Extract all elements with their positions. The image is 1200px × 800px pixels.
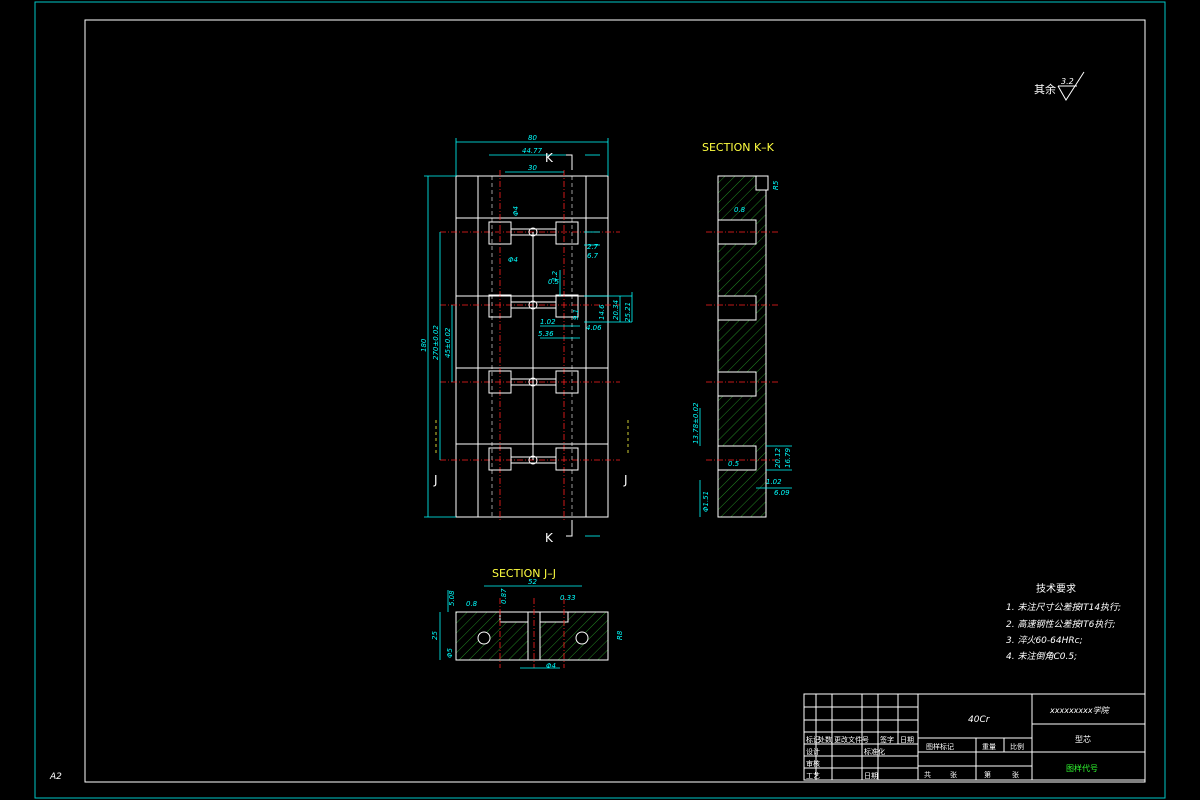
dim-hole-dia-2: Φ4 xyxy=(508,256,518,264)
tb-drawing-no: 图样代号 xyxy=(1066,763,1098,773)
tb-design-label: 设计 xyxy=(806,747,820,756)
technical-notes: 技术要求 1. 未注尺寸公差按IT14执行; 2. 高速钢性公差按IT6执行; … xyxy=(1006,582,1121,662)
notes-title: 技术要求 xyxy=(1036,582,1076,595)
dim-0-5: 0.5 xyxy=(548,278,560,286)
jj-dim-h1: 5.08 xyxy=(448,590,456,606)
tb-sheet-total-label: 共 xyxy=(924,770,931,779)
dim-2-7: 2.7 xyxy=(587,243,599,251)
sheet-outer-border xyxy=(34,1,1166,799)
jj-dim-r: R8 xyxy=(616,630,624,640)
main-view-outline xyxy=(455,175,609,518)
marker-k-top: K xyxy=(545,151,554,165)
tb-material: 40Cr xyxy=(968,715,991,725)
kk-dim-w1: 20.12 xyxy=(774,447,782,468)
main-view-rails xyxy=(456,176,608,517)
main-view-centerlines xyxy=(440,170,620,520)
jj-dim-a1: 0.8 xyxy=(466,600,478,608)
dim-1-02: 1.02 xyxy=(540,318,556,326)
tb-process-label: 工艺 xyxy=(806,772,820,780)
roughness-value: 3.2 xyxy=(1061,77,1074,86)
section-kk-view[interactable]: SECTION K–K R5 0.8 13.78±0.02 20.12 16.7… xyxy=(692,141,792,518)
tb-row-label-4: 签字 xyxy=(880,735,894,744)
kk-dim-left: Φ1.51 xyxy=(702,491,710,512)
tb-school: xxxxxxxxx学院 xyxy=(1049,706,1111,715)
kk-dim-s2: 6.09 xyxy=(774,489,790,497)
note-item-4: 4. 未注倒角C0.5; xyxy=(1006,651,1077,662)
tb-weight-label: 重量 xyxy=(982,743,996,751)
kk-dim-gap: 0.8 xyxy=(734,206,746,214)
section-kk-title: SECTION K–K xyxy=(702,141,775,154)
tb-sheet-no-label: 第 xyxy=(984,770,991,779)
tb-row-label-2: 处数 xyxy=(818,735,832,744)
jj-dim-a2: 0.87 xyxy=(500,588,508,604)
jj-dim-d: Φ4 xyxy=(546,662,556,670)
main-view[interactable]: 80 44.77 30 180 270±0.02 45±0.02 Φ4 Φ4 4… xyxy=(420,134,633,545)
section-markers xyxy=(435,154,629,537)
dim-5-36: 5.36 xyxy=(538,330,554,338)
section-jj-title: SECTION J–J xyxy=(492,567,556,580)
tb-row-label-5: 日期 xyxy=(900,736,914,744)
tb-row-label-3: 更改文件号 xyxy=(834,735,869,744)
kk-dim-s1: 1.02 xyxy=(766,478,782,486)
dim-hole-dia: Φ4 xyxy=(512,206,520,216)
tb-date-label: 日期 xyxy=(864,772,878,780)
marker-j-left: J xyxy=(433,473,438,487)
dim-inner-width: 44.77 xyxy=(522,147,543,155)
jj-dim-h2: 25 xyxy=(431,631,439,640)
tb-part-name: 型芯 xyxy=(1075,734,1091,744)
section-jj-view[interactable]: SECTION J–J 52 5.08 25 0.8 0.87 0.33 Φ4 xyxy=(431,567,624,670)
main-view-hidden-lines xyxy=(491,176,573,517)
tb-sheet-total-unit: 张 xyxy=(950,770,957,779)
dim-6-7: 6.7 xyxy=(587,252,599,260)
kk-dim-w2: 16.79 xyxy=(784,447,792,468)
jj-dim-left: Φ5 xyxy=(446,647,454,658)
dim-overall-height: 180 xyxy=(420,338,428,352)
dim-14-6: 14.6 xyxy=(598,304,606,320)
tb-sheet-no-unit: 张 xyxy=(1012,770,1019,779)
dim-h2: 45±0.02 xyxy=(444,327,452,358)
dim-h1: 270±0.02 xyxy=(432,325,440,360)
note-item-3: 3. 淬火60-64HRc; xyxy=(1006,635,1083,646)
sheet-inner-border xyxy=(84,19,1146,783)
marker-k-bottom: K xyxy=(545,531,554,545)
dim-9-1: 9.1 xyxy=(572,309,580,320)
cad-drawing-canvas[interactable]: A2 其余 3.2 80 44.77 30 180 270±0.02 45±0.… xyxy=(0,0,1200,800)
tb-review-label: 审核 xyxy=(806,759,820,768)
kk-dim-top: 13.78±0.02 xyxy=(692,402,700,444)
dim-20-34: 20.34 xyxy=(612,300,620,320)
kk-dim-angle: 0.5 xyxy=(728,460,740,468)
dim-25-21: 25.21 xyxy=(624,302,632,322)
roughness-symbol: 其余 3.2 xyxy=(1034,71,1085,101)
dim-overall-width: 80 xyxy=(528,134,537,142)
note-item-2: 2. 高速钢性公差按IT6执行; xyxy=(1006,619,1115,630)
marker-j-right: J xyxy=(623,473,628,487)
tb-scale-label: 比例 xyxy=(1010,742,1024,751)
kk-dim-r: R5 xyxy=(772,180,780,190)
tb-standard-label: 标准化 xyxy=(864,747,885,756)
note-item-1: 1. 未注尺寸公差按IT14执行; xyxy=(1006,602,1121,613)
sheet-size-label: A2 xyxy=(49,772,62,782)
roughness-label: 其余 xyxy=(1034,82,1056,96)
dim-slot-pitch: 30 xyxy=(528,164,537,172)
tb-stage-label: 图样标记 xyxy=(926,742,954,751)
title-block[interactable]: 标记 处数 更改文件号 签字 日期 设计 标准化 审核 工艺 日期 40Cr 图… xyxy=(803,693,1146,781)
jj-dim-w: 52 xyxy=(528,578,537,586)
jj-dim-a3: 0.33 xyxy=(560,594,576,602)
dim-4-06: 4.06 xyxy=(586,324,602,332)
